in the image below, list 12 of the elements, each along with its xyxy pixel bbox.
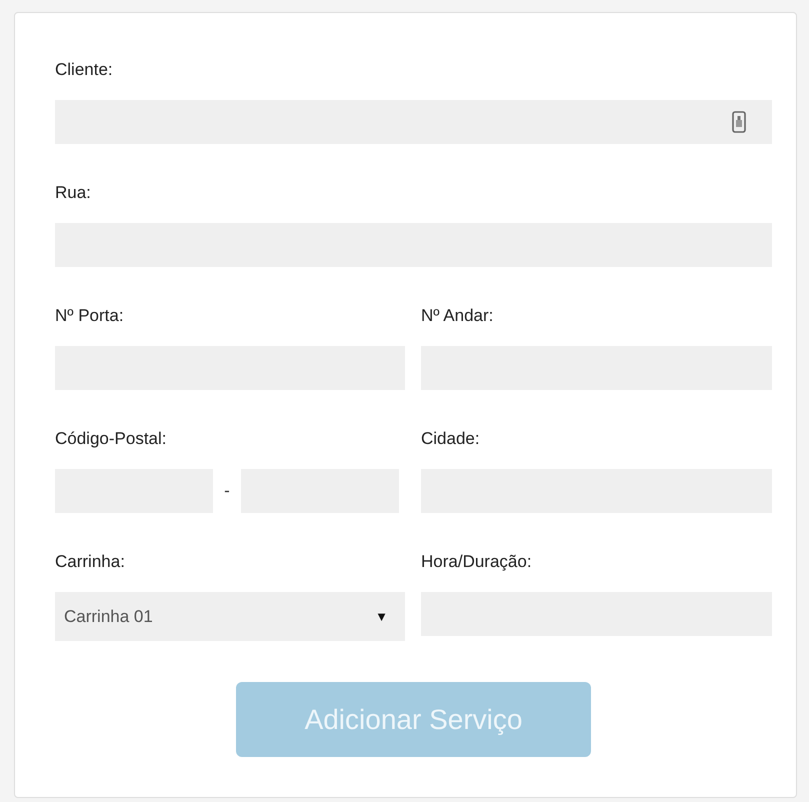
van-dropdown[interactable]: Carrinha 01 ▼	[55, 592, 405, 641]
id-card-icon[interactable]	[732, 111, 746, 133]
client-field[interactable]	[55, 100, 772, 144]
field-label: Hora/Duração:	[421, 551, 533, 573]
postal-separator: -	[223, 481, 231, 501]
field-label: Código-Postal:	[55, 428, 168, 450]
field-label: Carrinha:	[55, 551, 126, 573]
field-label: Rua:	[55, 182, 92, 204]
field-label: Cidade:	[421, 428, 481, 450]
field-label: Cliente:	[55, 59, 114, 81]
field-label: Nº Andar:	[421, 305, 494, 327]
field-label: Nº Porta:	[55, 305, 125, 327]
